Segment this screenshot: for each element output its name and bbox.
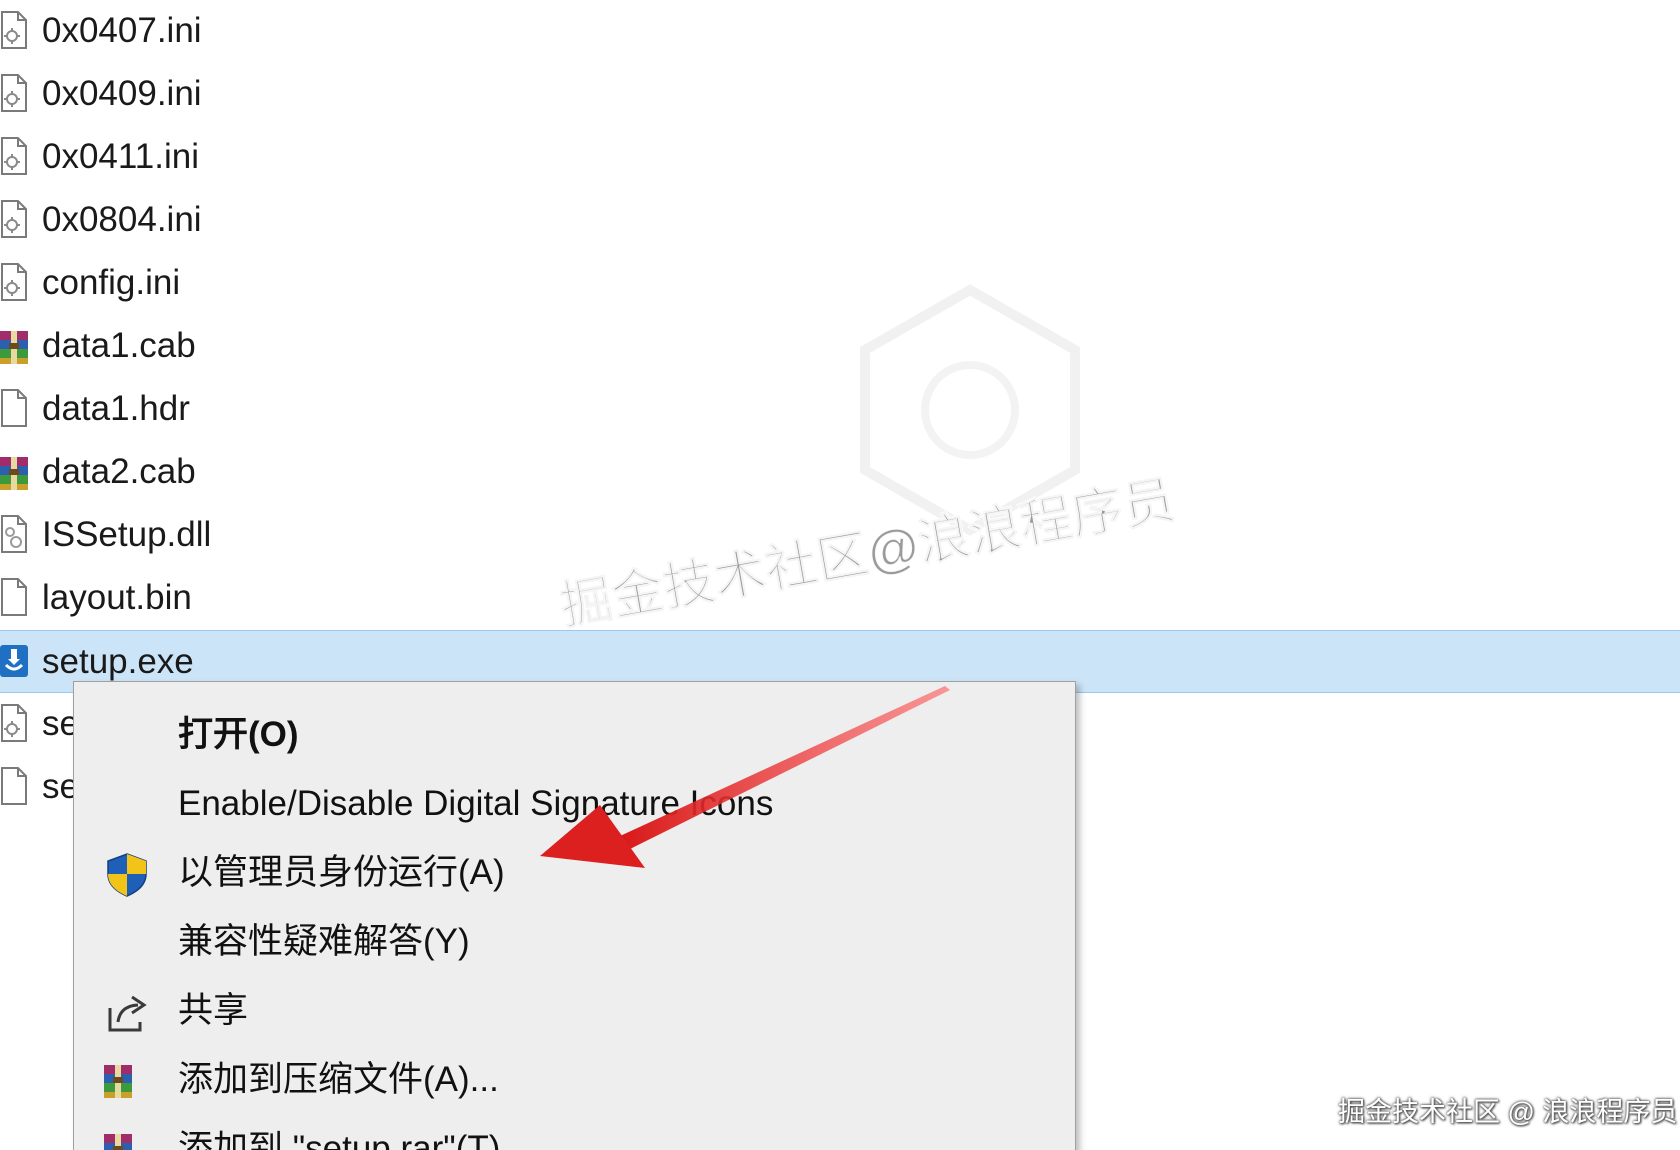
dll-gear-file-icon xyxy=(0,514,28,554)
menu-item-label: 添加到 "setup.rar"(T) xyxy=(178,1129,501,1150)
file-name: config.ini xyxy=(42,263,181,302)
winrar-archive-icon xyxy=(104,1059,150,1105)
menu-item-label: 兼容性疑难解答(Y) xyxy=(178,922,470,961)
file-name: 0x0409.ini xyxy=(42,74,202,113)
file-row[interactable]: 0x0407.ini xyxy=(0,0,1680,63)
menu-item-compatibility-troubleshoot[interactable]: 兼容性疑难解答(Y) xyxy=(74,909,1075,977)
file-row[interactable]: config.ini xyxy=(0,252,1680,315)
menu-item-add-to-setup-rar[interactable]: 添加到 "setup.rar"(T) xyxy=(74,1116,1075,1150)
menu-item-label: 打开(O) xyxy=(178,715,299,754)
file-row[interactable]: 0x0411.ini xyxy=(0,126,1680,189)
menu-item-label: 添加到压缩文件(A)... xyxy=(178,1060,499,1099)
file-name: setup.exe xyxy=(42,642,194,681)
context-menu: 打开(O) Enable/Disable Digital Signature Ic… xyxy=(73,681,1076,1150)
file-row[interactable]: 0x0409.ini xyxy=(0,63,1680,126)
file-row[interactable]: data1.cab xyxy=(0,315,1680,378)
file-row[interactable]: 0x0804.ini xyxy=(0,189,1680,252)
blank-file-icon xyxy=(0,766,28,806)
ini-settings-file-icon xyxy=(0,73,28,113)
menu-item-add-to-archive[interactable]: 添加到压缩文件(A)... xyxy=(74,1047,1075,1115)
menu-item-label: 共享 xyxy=(178,991,249,1030)
ini-settings-file-icon xyxy=(0,262,28,302)
file-name: data1.cab xyxy=(42,326,196,365)
menu-item-toggle-signature-icons[interactable]: Enable/Disable Digital Signature Icons xyxy=(74,771,1075,839)
menu-item-label: Enable/Disable Digital Signature Icons xyxy=(178,784,774,823)
menu-item-share[interactable]: 共享 xyxy=(74,978,1075,1046)
file-name: layout.bin xyxy=(42,578,192,617)
ini-settings-file-icon xyxy=(0,703,28,743)
file-name: 0x0411.ini xyxy=(42,137,199,176)
winrar-archive-icon xyxy=(0,325,28,365)
file-row[interactable]: data1.hdr xyxy=(0,378,1680,441)
ini-settings-file-icon xyxy=(0,10,28,50)
explorer-window: 0x0407.ini 0x0409.ini 0x0411.ini 0x0804.… xyxy=(0,0,1680,1150)
installer-exe-icon xyxy=(0,641,28,681)
menu-item-run-as-admin[interactable]: 以管理员身份运行(A) xyxy=(74,840,1075,908)
file-row[interactable]: data2.cab xyxy=(0,441,1680,504)
uac-shield-icon xyxy=(104,852,150,898)
ini-settings-file-icon xyxy=(0,199,28,239)
share-icon xyxy=(104,990,150,1036)
winrar-archive-icon xyxy=(0,451,28,491)
file-name: 0x0804.ini xyxy=(42,200,202,239)
watermark-corner: 掘金技术社区 @ 浪浪程序员 xyxy=(1338,1097,1678,1127)
file-name: ISSetup.dll xyxy=(42,515,212,554)
ini-settings-file-icon xyxy=(0,136,28,176)
file-name: data1.hdr xyxy=(42,389,190,428)
menu-item-open[interactable]: 打开(O) xyxy=(74,702,1075,770)
winrar-archive-icon xyxy=(104,1128,150,1150)
blank-file-icon xyxy=(0,388,28,428)
file-name: data2.cab xyxy=(42,452,196,491)
file-name: 0x0407.ini xyxy=(42,11,202,50)
blank-file-icon xyxy=(0,577,28,617)
menu-item-label: 以管理员身份运行(A) xyxy=(178,853,505,892)
